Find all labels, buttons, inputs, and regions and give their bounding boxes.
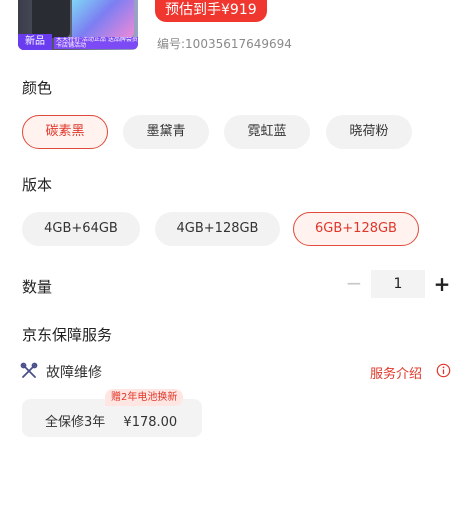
color-label: 颜色 — [22, 79, 53, 97]
version-option-4-128[interactable]: 4GB+128GB — [155, 212, 280, 246]
phone-image — [32, 0, 70, 38]
quantity-value[interactable]: 1 — [371, 270, 425, 298]
warranty-plan-price: ¥178.00 — [123, 415, 178, 430]
estimated-price-pill: 预估到手¥919 — [155, 0, 267, 22]
phone-screen-image — [72, 0, 134, 38]
color-option-dawn-pink[interactable]: 晓荷粉 — [326, 115, 412, 149]
color-option-neon-blue[interactable]: 霓虹蓝 — [224, 115, 310, 149]
battery-gift-tag: 赠2年电池换新 — [105, 389, 184, 406]
new-badge: 新品 — [18, 34, 52, 50]
sku-number: 编号:10035617649694 — [157, 37, 292, 51]
quantity-increase-button[interactable]: + — [430, 270, 454, 298]
promo-strip: 天天特价·活动正品 送品牌会员卡店铺活动 — [54, 37, 138, 49]
service-intro-link[interactable]: 服务介绍 — [370, 363, 422, 382]
quantity-label: 数量 — [22, 278, 53, 296]
color-option-ink-cyan[interactable]: 墨黛青 — [123, 115, 209, 149]
version-option-6-128[interactable]: 6GB+128GB — [293, 212, 419, 246]
warranty-plan-text: 全保修3年 ¥178.00 — [45, 411, 177, 430]
info-icon[interactable] — [436, 363, 451, 378]
version-option-4-64[interactable]: 4GB+64GB — [22, 212, 140, 246]
color-option-carbon-black[interactable]: 碳素黑 — [22, 115, 108, 149]
service-section-title: 京东保障服务 — [22, 326, 113, 344]
service-item-name: 故障维修 — [46, 365, 102, 381]
version-label: 版本 — [22, 176, 53, 194]
product-thumbnail[interactable]: 新品 天天特价·活动正品 送品牌会员卡店铺活动 — [18, 0, 138, 50]
warranty-plan-label: 全保修3年 — [45, 415, 106, 430]
quantity-decrease-button[interactable]: − — [344, 272, 364, 296]
wrench-screwdriver-icon — [20, 362, 38, 378]
